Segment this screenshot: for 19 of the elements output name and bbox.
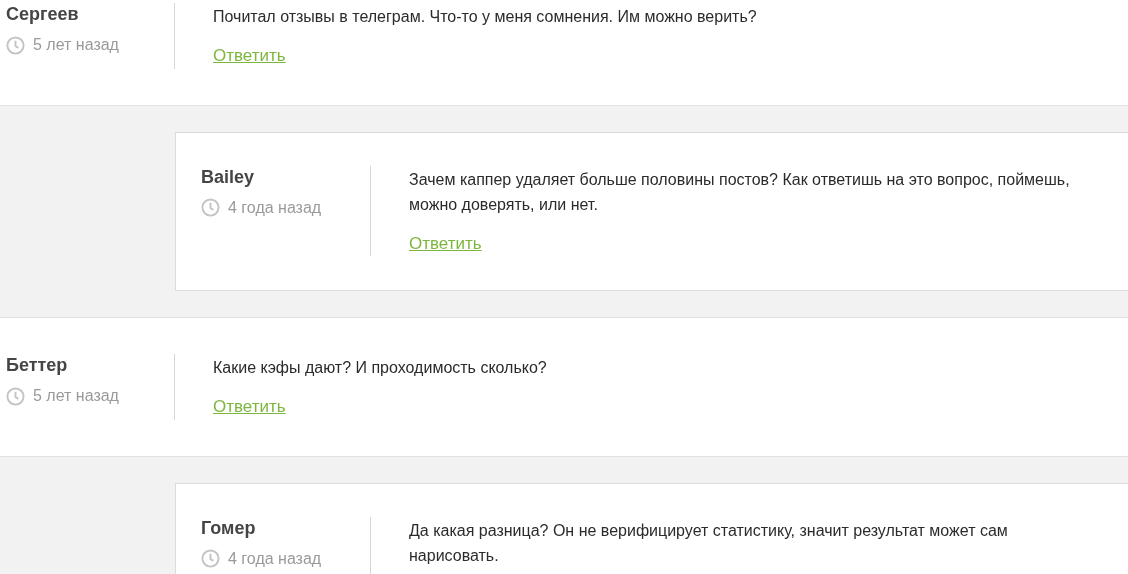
post-time: 4 года назад xyxy=(228,197,322,218)
comment-text: Какие кэфы дают? И проходимость сколько? xyxy=(213,358,547,378)
clock-icon xyxy=(201,198,220,217)
author-name: Беттер xyxy=(6,354,69,376)
reply-link[interactable]: Ответить xyxy=(213,43,286,69)
author-name: Сергеев xyxy=(6,3,80,25)
comment-text: Да какая разница? Он не верифицирует статистику, значит результат может сам нарисовать. xyxy=(409,520,1009,566)
clock-icon xyxy=(6,386,25,406)
clock-icon xyxy=(201,549,220,568)
reply-link[interactable]: Ответить xyxy=(409,230,482,256)
post-time: 5 лет назад xyxy=(33,386,119,406)
post-time: 4 года назад xyxy=(228,548,322,569)
author-name: Гомер xyxy=(201,516,257,539)
clock-icon xyxy=(6,35,25,55)
post-time: 5 лет назад xyxy=(33,35,119,55)
reply-link[interactable]: Ответить xyxy=(213,394,286,420)
comment-text: Почитал отзывы в телеграм. Что-то у меня сомнения. Им можно верить? xyxy=(213,7,757,27)
comment-text: Зачем каппер удаляет больше половины постов? Как ответишь на это вопрос, поймешь, можно доверять, или нет. xyxy=(409,169,1071,215)
author-name: Bailey xyxy=(201,165,256,188)
